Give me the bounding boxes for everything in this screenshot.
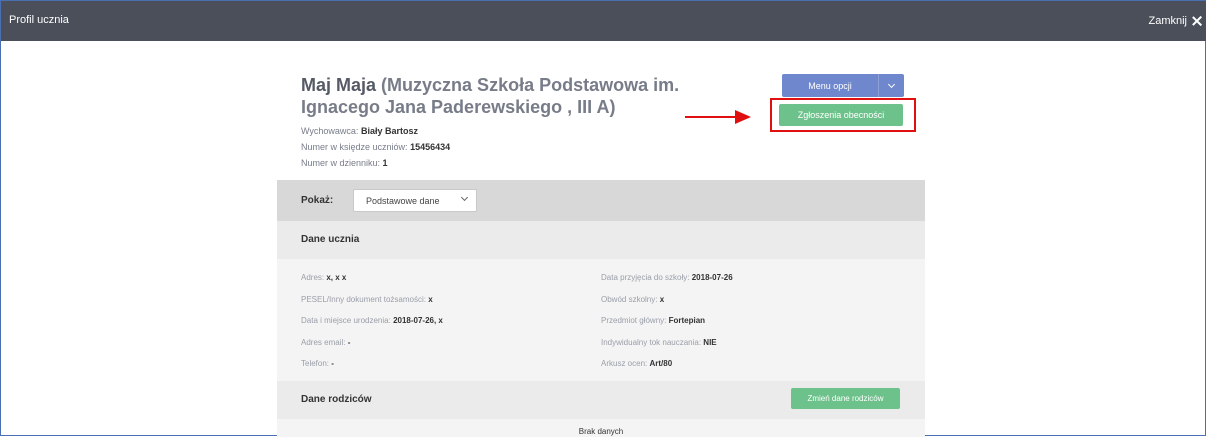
field-label: Data i miejsce urodzenia: [301, 316, 391, 325]
field-label: PESEL/Inny dokument tożsamości: [301, 295, 426, 304]
tutor-line: Wychowawca: Biały Bartosz [301, 126, 418, 136]
chevron-down-icon [887, 80, 896, 88]
field-label: Adres: [301, 273, 325, 282]
student-data-fields: Adres: x, x x PESEL/Inny dokument tożsam… [277, 259, 925, 381]
field-label: Obwód szkolny: [601, 295, 658, 304]
no-data-text: Brak danych [578, 427, 624, 436]
parents-data-body: Brak danych [277, 419, 925, 437]
field-label: Przedmiot główny: [601, 316, 667, 325]
student-profile-window: Profil ucznia Zamknij Maj Maja (Muzyczna… [0, 0, 1206, 437]
field-email: Adres email: - [301, 338, 350, 347]
field-value: x [659, 295, 665, 304]
student-heading: Maj Maja (Muzyczna Szkoła Podstawowa im.… [301, 74, 731, 118]
field-birth: Data i miejsce urodzenia: 2018-07-26, x [301, 316, 443, 325]
register-number-label: Numer w księdze uczniów: [301, 142, 408, 152]
field-pesel: PESEL/Inny dokument tożsamości: x [301, 295, 433, 304]
arrow-right-icon [685, 110, 751, 124]
close-label: Zamknij [1148, 15, 1187, 27]
field-label: Data przyjęcia do szkoły: [601, 273, 690, 282]
field-value: Art/80 [649, 359, 673, 368]
title-bar: Profil ucznia Zamknij [1, 1, 1206, 41]
journal-number-label: Numer w dzienniku: [301, 158, 381, 168]
field-label: Telefon: [301, 359, 330, 368]
student-name: Maj Maja [301, 75, 377, 95]
field-main-subject: Przedmiot główny: Fortepian [601, 316, 705, 325]
student-data-header: Dane ucznia [277, 221, 925, 259]
field-individual-course: Indywidualny tok nauczania: NIE [601, 338, 717, 347]
change-parents-button[interactable]: Zmień dane rodziców [791, 388, 900, 409]
options-menu-button: Menu opcji [782, 74, 904, 97]
show-select[interactable]: Podstawowe dane [353, 189, 477, 212]
journal-number-line: Numer w dzienniku: 1 [301, 158, 388, 168]
parents-data-title: Dane rodziców [301, 394, 372, 405]
register-number-value: 15456434 [410, 142, 451, 152]
window-title: Profil ucznia [9, 14, 69, 26]
show-label: Pokaż: [301, 195, 334, 206]
tutor-value: Biały Bartosz [360, 126, 418, 136]
field-value: x, x x [326, 273, 347, 282]
close-button[interactable]: Zamknij [1148, 11, 1203, 31]
register-number-line: Numer w księdze uczniów: 15456434 [301, 142, 450, 152]
close-icon [1191, 15, 1203, 27]
chevron-down-icon [460, 193, 469, 202]
field-grade-sheet: Arkusz ocen: Art/80 [601, 359, 672, 368]
show-filter-bar: Pokaż: Podstawowe dane [277, 180, 925, 221]
field-value: - [347, 338, 351, 347]
field-admission-date: Data przyjęcia do szkoły: 2018-07-26 [601, 273, 733, 282]
attendance-reports-button[interactable]: Zgłoszenia obecności [779, 104, 903, 126]
field-value: Fortepian [668, 316, 706, 325]
field-value: 2018-07-26 [691, 273, 733, 282]
field-value: 2018-07-26, x [393, 316, 443, 325]
field-label: Arkusz ocen: [601, 359, 648, 368]
student-data-title: Dane ucznia [301, 234, 360, 245]
field-value: - [331, 359, 334, 368]
field-value: NIE [703, 338, 717, 347]
show-select-value: Podstawowe dane [366, 195, 440, 206]
options-menu-main[interactable]: Menu opcji [782, 74, 878, 97]
field-value: x [428, 295, 433, 304]
field-label: Indywidualny tok nauczania: [601, 338, 702, 347]
profile-content: Maj Maja (Muzyczna Szkoła Podstawowa im.… [277, 41, 925, 437]
field-address: Adres: x, x x [301, 273, 346, 282]
tutor-label: Wychowawca: [301, 126, 359, 136]
field-label: Adres email: [301, 338, 346, 347]
options-menu-toggle[interactable] [879, 74, 904, 97]
journal-number-value: 1 [382, 158, 388, 168]
field-school-district: Obwód szkolny: x [601, 295, 664, 304]
field-phone: Telefon: - [301, 359, 334, 368]
